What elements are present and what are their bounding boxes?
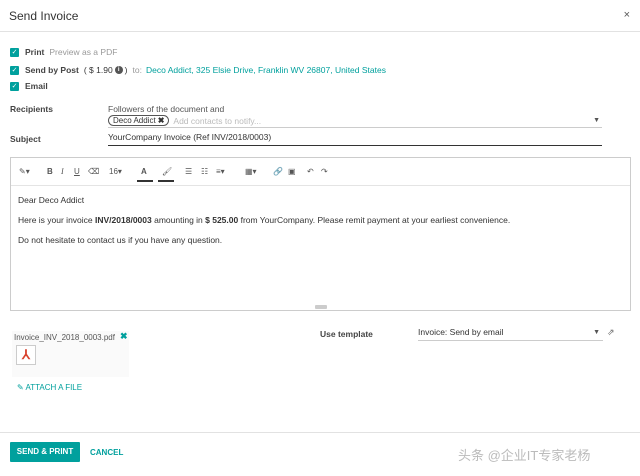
- invoice-line: Here is your invoice INV/2018/0003 amoun…: [18, 215, 511, 225]
- font-color-icon[interactable]: A: [141, 167, 147, 176]
- print-checkbox[interactable]: ✓: [10, 47, 19, 57]
- watermark-text: 头条 @企业IT专家老杨: [458, 448, 591, 463]
- highlight-icon[interactable]: 🖌: [162, 167, 172, 176]
- subject-input[interactable]: YourCompany Invoice (Ref INV/2018/0003): [108, 132, 602, 146]
- send-print-button[interactable]: SEND & PRINT: [10, 442, 80, 462]
- italic-icon[interactable]: I: [61, 167, 64, 176]
- print-hint: Preview as a PDF: [49, 47, 118, 57]
- editor-toolbar: ✎▾ B I U ⌫ 16▾ A 🖌 ☰ ☷ ≡▾ ▦▾ 🔗 ▣ ↶ ↷: [11, 158, 630, 186]
- recipient-tag-label: Deco Addict: [113, 116, 156, 125]
- numbered-list-icon[interactable]: ☷: [201, 167, 208, 176]
- external-link-icon[interactable]: ⇗: [607, 327, 615, 338]
- recipients-input[interactable]: Deco Addict ✖ Add contacts to notify... ▼: [108, 114, 602, 128]
- attachment-card: Invoice_INV_2018_0003.pdf ✖ ⅄: [12, 331, 129, 377]
- redo-icon[interactable]: ↷: [321, 167, 328, 176]
- invoice-line-post: from YourCompany. Please remit payment a…: [238, 215, 511, 225]
- link-icon[interactable]: 🔗: [273, 167, 283, 176]
- post-to: to:: [132, 65, 142, 75]
- invoice-ref: INV/2018/0003: [95, 215, 152, 225]
- template-select[interactable]: Invoice: Send by email ▼: [418, 327, 603, 341]
- email-checkbox[interactable]: ✓: [10, 81, 19, 91]
- font-size-dropdown[interactable]: 16▾: [109, 167, 122, 176]
- print-label: Print: [25, 47, 45, 57]
- dialog-header: Send Invoice ×: [0, 0, 640, 32]
- dialog-title: Send Invoice: [9, 9, 79, 23]
- contact-line: Do not hesitate to contact us if you hav…: [18, 235, 223, 245]
- font-size-value: 16: [109, 167, 118, 176]
- resize-handle[interactable]: [315, 305, 327, 309]
- post-price: ( $ 1.90: [83, 65, 113, 75]
- remove-attachment-icon[interactable]: ✖: [120, 331, 128, 342]
- style-icon[interactable]: ✎▾: [19, 167, 30, 176]
- email-body-editor[interactable]: ✎▾ B I U ⌫ 16▾ A 🖌 ☰ ☷ ≡▾ ▦▾ 🔗 ▣ ↶ ↷ Dea…: [10, 157, 631, 311]
- email-label: Email: [25, 81, 48, 91]
- recipients-label: Recipients: [10, 104, 53, 114]
- pdf-file-icon[interactable]: ⅄: [16, 345, 36, 365]
- highlight-color-bar: [158, 180, 174, 182]
- font-color-bar: [137, 180, 153, 182]
- image-icon[interactable]: ▣: [288, 167, 296, 176]
- email-option[interactable]: ✓ Email: [10, 80, 48, 92]
- bullet-list-icon[interactable]: ☰: [185, 167, 192, 176]
- subject-label: Subject: [10, 134, 41, 144]
- greeting-line: Dear Deco Addict: [18, 195, 85, 205]
- recipient-tag[interactable]: Deco Addict ✖: [108, 115, 170, 126]
- attach-file-button[interactable]: ✎ ATTACH A FILE: [17, 383, 82, 392]
- recipients-text: Followers of the document and: [108, 104, 225, 114]
- eraser-icon[interactable]: ⌫: [88, 167, 99, 176]
- template-value: Invoice: Send by email: [418, 327, 504, 337]
- invoice-line-mid: amounting in: [151, 215, 206, 225]
- recipients-placeholder: Add contacts to notify...: [173, 115, 262, 126]
- invoice-line-pre: Here is your invoice: [18, 215, 96, 225]
- post-address-link[interactable]: Deco Addict, 325 Elsie Drive, Franklin W…: [146, 65, 386, 75]
- invoice-amount: $ 525.00: [205, 215, 239, 225]
- chevron-down-icon[interactable]: ▼: [593, 117, 600, 124]
- post-option[interactable]: ✓ Send by Post ( $ 1.90 i ) to: Deco Add…: [10, 64, 386, 76]
- editor-content[interactable]: Dear Deco Addict Here is your invoice IN…: [18, 195, 510, 255]
- attach-file-label: ATTACH A FILE: [25, 383, 83, 392]
- table-icon[interactable]: ▦▾: [245, 167, 257, 176]
- chevron-down-icon[interactable]: ▼: [593, 329, 600, 336]
- print-option[interactable]: ✓ Print Preview as a PDF: [10, 46, 117, 58]
- bold-icon[interactable]: B: [47, 167, 53, 176]
- remove-tag-icon[interactable]: ✖: [158, 116, 165, 125]
- post-checkbox[interactable]: ✓: [10, 65, 19, 75]
- underline-icon[interactable]: U: [74, 167, 80, 176]
- attachment-filename[interactable]: Invoice_INV_2018_0003.pdf: [14, 333, 115, 342]
- post-price-end: ): [124, 65, 128, 75]
- cancel-button[interactable]: CANCEL: [90, 448, 123, 457]
- paragraph-align-icon[interactable]: ≡▾: [216, 167, 225, 176]
- undo-icon[interactable]: ↶: [307, 167, 314, 176]
- post-label: Send by Post: [25, 65, 79, 75]
- close-icon[interactable]: ×: [624, 9, 630, 21]
- template-label: Use template: [320, 329, 373, 339]
- info-icon[interactable]: i: [114, 66, 123, 74]
